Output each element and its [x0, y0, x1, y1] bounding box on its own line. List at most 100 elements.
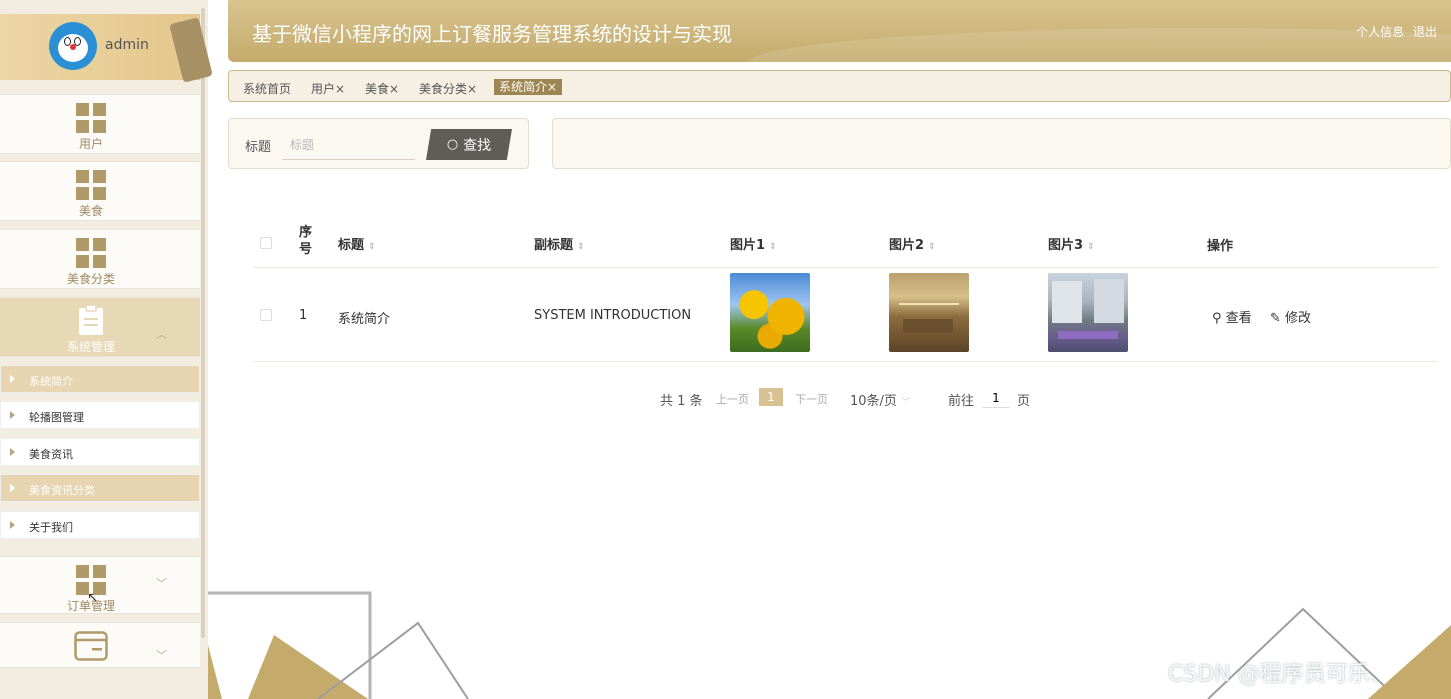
watermark: CSDN @程序员可乐、	[1168, 662, 1392, 687]
caret-right-icon	[10, 411, 15, 419]
caret-right-icon	[10, 448, 15, 456]
pagination: 共 1 条 上一页 1 下一页 10条/页 ﹀ 前往 页	[0, 388, 1451, 409]
table-header: 序号 标题 ⇕ 副标题 ⇕ 图片1 ⇕ 图片2 ⇕ 图片3 ⇕ 操作	[253, 218, 1438, 268]
header: 基于微信小程序的网上订餐服务管理系统的设计与实现 个人信息 退出	[228, 0, 1451, 62]
sidebar-scrollbar[interactable]	[201, 8, 205, 638]
col-subtitle-label: 副标题	[534, 238, 574, 253]
search-form: 标题 ○ 查找	[228, 118, 529, 169]
search-button[interactable]: ○ 查找	[426, 129, 512, 160]
caret-right-icon	[10, 375, 15, 383]
clipboard-icon	[79, 304, 103, 335]
sort-icon[interactable]: ⇕	[1087, 242, 1095, 252]
col-title[interactable]: 标题 ⇕	[338, 234, 376, 253]
sidebar-item-extra[interactable]: ﹀	[0, 622, 200, 668]
view-label: 查看	[1225, 311, 1252, 326]
wallet-icon	[74, 631, 108, 661]
prev-page-button[interactable]: 上一页	[716, 391, 749, 407]
page-size-label: 10条/页	[850, 394, 897, 409]
sidebar-item-food[interactable]: 美食	[0, 161, 200, 221]
cell-image-building[interactable]	[1048, 273, 1128, 352]
sidebar-item-label: 用户	[78, 137, 103, 151]
toolbar-panel	[552, 118, 1451, 169]
search-button-label: 查找	[463, 137, 492, 154]
chevron-down-icon: ﹀	[156, 577, 167, 590]
cell-index: 1	[299, 308, 308, 323]
header-links: 个人信息 退出	[1351, 23, 1437, 40]
avatar[interactable]	[49, 22, 97, 70]
tab-system-intro[interactable]: 系统简介×	[494, 79, 563, 95]
sidebar-sub-about[interactable]: 关于我们	[0, 511, 200, 539]
col-subtitle[interactable]: 副标题 ⇕	[534, 234, 585, 253]
caret-right-icon	[10, 484, 15, 492]
col-pic3[interactable]: 图片3 ⇕	[1048, 234, 1095, 253]
sort-icon[interactable]: ⇕	[368, 242, 376, 252]
col-pic3-label: 图片3	[1048, 238, 1084, 253]
page-suffix: 页	[1017, 394, 1031, 409]
pagination-total: 共 1 条	[660, 394, 703, 409]
sidebar-item-users[interactable]: 用户	[0, 94, 200, 154]
col-title-label: 标题	[338, 238, 365, 253]
cell-subtitle: SYSTEM INTRODUCTION	[534, 308, 692, 323]
sidebar-sub-label: 轮播图管理	[29, 411, 84, 424]
col-pic2-label: 图片2	[889, 238, 925, 253]
sidebar-sub-label: 关于我们	[29, 521, 73, 534]
grid-icon	[76, 170, 106, 200]
sidebar-item-label: 系统管理	[66, 340, 115, 354]
search-icon: ⚲	[1212, 311, 1222, 326]
tab-home[interactable]: 系统首页	[243, 80, 291, 97]
logout-link[interactable]: 退出	[1413, 25, 1437, 39]
sort-icon[interactable]: ⇕	[769, 242, 777, 252]
col-actions: 操作	[1207, 239, 1234, 254]
sidebar-sub-food-news[interactable]: 美食资讯	[0, 438, 200, 466]
col-pic1-label: 图片1	[730, 238, 766, 253]
edit-label: 修改	[1285, 311, 1312, 326]
caret-right-icon	[10, 521, 15, 529]
sidebar-item-label: 美食	[78, 204, 103, 218]
profile-link[interactable]: 个人信息	[1356, 25, 1404, 39]
chevron-up-icon: ︿	[156, 328, 167, 341]
row-checkbox[interactable]	[260, 309, 272, 321]
tab-users[interactable]: 用户×	[311, 80, 345, 97]
tab-bar: 系统首页 用户× 美食× 美食分类× 系统简介×	[228, 70, 1451, 102]
grid-icon	[76, 238, 106, 268]
page-size-select[interactable]: 10条/页 ﹀	[850, 390, 910, 409]
col-pic1[interactable]: 图片1 ⇕	[730, 234, 777, 253]
view-button[interactable]: ⚲ 查看	[1212, 307, 1252, 326]
search-label: 标题	[245, 140, 272, 155]
sidebar-sub-label: 美食资讯	[29, 448, 73, 461]
sidebar-username: admin	[105, 37, 149, 53]
tab-food[interactable]: 美食×	[365, 80, 399, 97]
cell-image-restaurant[interactable]	[889, 273, 969, 352]
table-row: 1 系统简介 SYSTEM INTRODUCTION ⚲ 查看 ✎ 修改	[253, 268, 1438, 362]
edit-button[interactable]: ✎ 修改	[1270, 307, 1311, 326]
sidebar-item-system[interactable]: 系统管理 ︿	[0, 297, 200, 357]
page-number-current[interactable]: 1	[759, 388, 783, 406]
sidebar-sub-food-news-category[interactable]: 美食资讯分类	[0, 474, 200, 502]
grid-icon	[76, 103, 106, 133]
header-wave-decoration	[748, 28, 1451, 62]
select-all-checkbox[interactable]	[260, 237, 272, 249]
goto-page-input[interactable]	[982, 388, 1010, 408]
sidebar-item-label: 美食分类	[66, 272, 115, 286]
sidebar-sub-label: 美食资讯分类	[29, 484, 95, 497]
edit-icon: ✎	[1270, 311, 1281, 326]
chevron-down-icon: ﹀	[901, 398, 911, 408]
sidebar-sub-label: 系统简介	[29, 375, 73, 388]
decor-tag	[169, 17, 213, 83]
col-index: 序号	[299, 225, 313, 257]
sidebar-item-food-category[interactable]: 美食分类	[0, 229, 200, 289]
cell-image-sunflowers[interactable]	[730, 273, 810, 352]
col-pic2[interactable]: 图片2 ⇕	[889, 234, 936, 253]
chevron-down-icon: ﹀	[156, 649, 167, 662]
sidebar-item-orders[interactable]: 订单管理 ﹀	[0, 556, 200, 614]
search-input[interactable]	[282, 130, 415, 160]
tab-food-category[interactable]: 美食分类×	[419, 80, 477, 97]
sort-icon[interactable]: ⇕	[577, 242, 585, 252]
page-title: 基于微信小程序的网上订餐服务管理系统的设计与实现	[252, 22, 732, 46]
next-page-button[interactable]: 下一页	[795, 391, 828, 407]
mouse-cursor-icon: ↖	[87, 590, 99, 606]
search-icon: ○	[446, 137, 459, 152]
sidebar-user-header: admin	[0, 14, 213, 83]
goto-label: 前往	[948, 394, 975, 409]
sort-icon[interactable]: ⇕	[928, 242, 936, 252]
